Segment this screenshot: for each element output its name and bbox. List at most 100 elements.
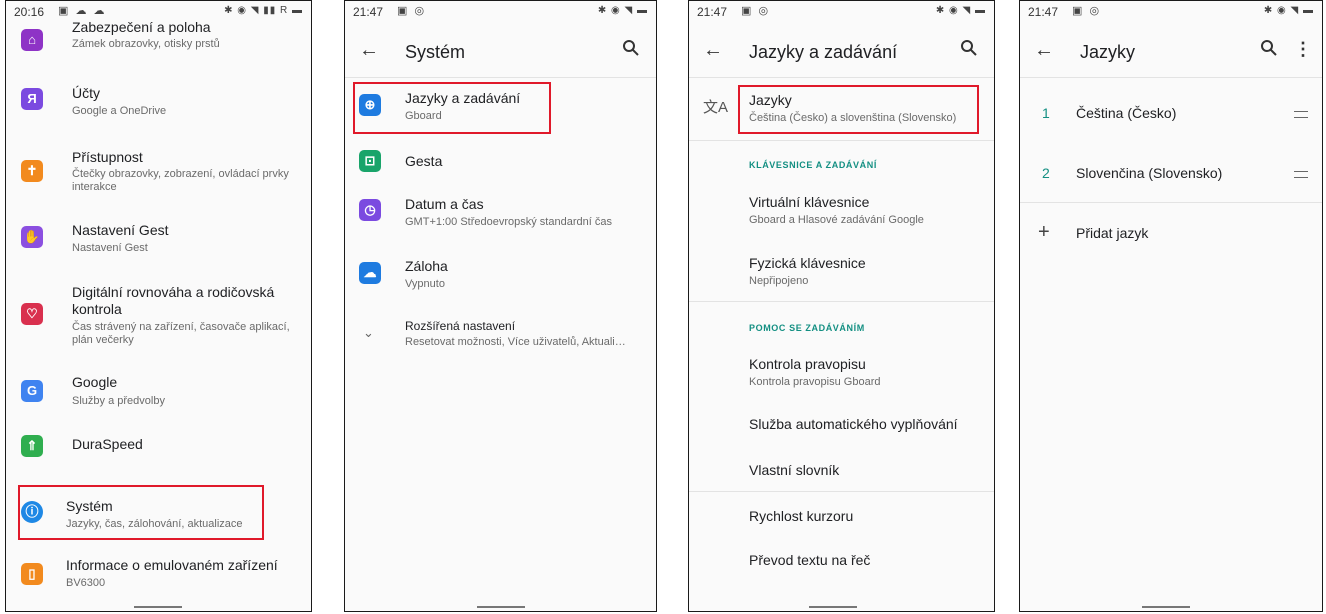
item-subtitle-cont: interakce — [72, 181, 117, 193]
page-title: Jazyky a zadávání — [749, 42, 898, 62]
languages-screen: 21:47 ▣ ◎ ✱ ◉ ◥ ▬ ← Jazyky ⋮ 1 Čeština (… — [1019, 0, 1323, 612]
item-title: Digitální rovnováha a rodičovská — [72, 284, 275, 300]
input-item-dictionary[interactable]: Vlastní slovník — [689, 462, 994, 486]
nav-gesture-bar[interactable] — [134, 606, 182, 608]
divider — [689, 491, 994, 492]
item-subtitle: Kontrola pravopisu Gboard — [749, 376, 881, 388]
settings-item-gestures[interactable]: ✋ Nastavení Gest Nastavení Gest — [6, 222, 311, 272]
search-icon[interactable] — [960, 39, 978, 57]
notification-icons: ▣ ◎ — [1072, 5, 1102, 17]
settings-item-system[interactable]: ⓘ Systém Jazyky, čas, zálohování, aktual… — [6, 498, 311, 534]
item-subtitle-cont: plán večerky — [72, 334, 134, 346]
add-language-button[interactable]: + Přidat jazyk — [1020, 221, 1322, 247]
item-subtitle: GMT+1:00 Středoevropský standardní čas — [405, 216, 612, 228]
language-item-slovak[interactable]: 2 Slovenčina (Slovensko) — [1020, 163, 1322, 187]
item-title: DuraSpeed — [72, 436, 143, 452]
item-title: Google — [72, 374, 118, 390]
item-title: Systém — [66, 498, 113, 514]
item-title: Rychlost kurzoru — [749, 508, 854, 524]
item-subtitle: Resetovat možnosti, Více uživatelů, Aktu… — [405, 336, 626, 348]
item-subtitle: Čeština (Česko) a slovenština (Slovensko… — [749, 112, 957, 124]
page-title: Jazyky — [1080, 42, 1136, 62]
settings-item-accounts[interactable]: Я Účty Google a OneDrive — [6, 79, 311, 129]
item-title: Jazyky a zadávání — [405, 90, 521, 106]
item-title: Převod textu na řeč — [749, 552, 871, 568]
settings-item-google[interactable]: G Google Služby a předvolby — [6, 374, 311, 414]
more-vert-icon[interactable]: ⋮ — [1294, 39, 1312, 60]
input-item-physical-keyboard[interactable]: Fyzická klávesnice Nepřipojeno — [689, 255, 994, 291]
info-icon: ⓘ — [21, 501, 43, 523]
nav-gesture-bar[interactable] — [809, 606, 857, 608]
item-title: Zabezpečení a poloha — [72, 19, 211, 35]
phone-icon: ▯ — [21, 563, 43, 585]
item-title: Záloha — [405, 258, 448, 274]
system-item-advanced[interactable]: ⌄ Rozšířená nastavení Resetovat možnosti… — [345, 319, 656, 355]
settings-item-security[interactable]: ⌂ Zabezpečení a poloha Zámek obrazovky, … — [6, 1, 311, 51]
language-item-czech[interactable]: 1 Čeština (Česko) — [1020, 103, 1322, 127]
item-title: Datum a čas — [405, 196, 484, 212]
chevron-down-icon: ⌄ — [363, 325, 374, 340]
input-item-languages[interactable]: 文A Jazyky Čeština (Česko) a slovenština … — [689, 92, 994, 128]
input-item-autofill[interactable]: Služba automatického vyplňování — [689, 416, 994, 440]
divider — [689, 77, 994, 78]
system-item-datetime[interactable]: ◷ Datum a čas GMT+1:00 Středoevropský st… — [345, 196, 656, 232]
system-status-icons: ✱ ◉ ◥ ▬ — [1263, 5, 1314, 16]
item-title: Jazyky — [749, 92, 792, 108]
divider — [1020, 202, 1322, 203]
language-name: Slovenčina (Slovensko) — [1076, 165, 1223, 181]
system-item-gestures[interactable]: ⊡ Gesta — [345, 150, 656, 174]
settings-item-duraspeed[interactable]: ⇑ DuraSpeed — [6, 435, 311, 465]
notification-icons: ▣ ◎ — [741, 5, 771, 17]
item-title: Nastavení Gest — [72, 222, 169, 238]
item-subtitle: Vypnuto — [405, 278, 445, 290]
globe-icon: ⊕ — [359, 94, 381, 116]
divider — [1020, 77, 1322, 78]
system-item-backup[interactable]: ☁ Záloha Vypnuto — [345, 258, 656, 294]
search-icon[interactable] — [1260, 39, 1278, 57]
language-order: 1 — [1042, 105, 1050, 121]
hand-icon: ✋ — [21, 226, 43, 248]
system-status-icons: ✱ ◉ ◥ ▬ — [935, 5, 986, 16]
back-arrow-icon[interactable]: ← — [703, 39, 723, 62]
input-item-virtual-keyboard[interactable]: Virtuální klávesnice Gboard a Hlasové za… — [689, 194, 994, 230]
plus-icon: + — [1038, 221, 1050, 243]
input-item-spellcheck[interactable]: Kontrola pravopisu Kontrola pravopisu Gb… — [689, 356, 994, 392]
item-title: Informace o emulovaném zařízení — [66, 557, 278, 573]
back-arrow-icon[interactable]: ← — [1034, 39, 1054, 62]
back-arrow-icon[interactable]: ← — [359, 39, 379, 62]
page-title: Systém — [405, 42, 466, 62]
item-subtitle: Čtečky obrazovky, zobrazení, ovládací pr… — [72, 168, 289, 180]
input-item-pointer-speed[interactable]: Rychlost kurzoru — [689, 508, 994, 532]
status-time: 21:47 — [697, 5, 728, 19]
gesture-icon: ⊡ — [359, 150, 381, 172]
drag-handle-icon[interactable] — [1294, 171, 1308, 178]
language-order: 2 — [1042, 165, 1050, 181]
input-item-tts[interactable]: Převod textu na řeč — [689, 552, 994, 576]
clock-icon: ◷ — [359, 199, 381, 221]
search-icon[interactable] — [622, 39, 640, 57]
drag-handle-icon[interactable] — [1294, 111, 1308, 118]
nav-gesture-bar[interactable] — [477, 606, 525, 608]
settings-item-device-info[interactable]: ▯ Informace o emulovaném zařízení BV6300 — [6, 557, 311, 593]
system-screen: 21:47 ▣ ◎ ✱ ◉ ◥ ▬ ← Systém ⊕ Jazyky a za… — [344, 0, 657, 612]
add-language-label: Přidat jazyk — [1076, 225, 1149, 241]
divider — [689, 140, 994, 141]
item-subtitle: Služby a předvolby — [72, 395, 165, 407]
item-subtitle: BV6300 — [66, 577, 106, 589]
status-time: 21:47 — [1028, 5, 1059, 19]
translate-icon: 文A — [703, 99, 729, 116]
settings-item-digital-wellbeing[interactable]: ♡ Digitální rovnováha a rodičovská kontr… — [6, 284, 311, 354]
system-status-icons: ✱ ◉ ◥ ▬ — [597, 5, 648, 16]
item-title: Vlastní slovník — [749, 462, 840, 478]
status-bar: 21:47 ▣ ◎ ✱ ◉ ◥ ▬ — [689, 1, 994, 21]
item-subtitle: Google a OneDrive — [72, 105, 167, 117]
section-header-keyboards: KLÁVESNICE A ZADÁVÁNÍ — [749, 160, 877, 170]
account-icon: Я — [21, 88, 43, 110]
item-title: Kontrola pravopisu — [749, 356, 866, 372]
language-name: Čeština (Česko) — [1076, 105, 1177, 121]
system-item-languages[interactable]: ⊕ Jazyky a zadávání Gboard — [345, 90, 656, 126]
nav-gesture-bar[interactable] — [1142, 606, 1190, 608]
settings-item-accessibility[interactable]: ✝ Přístupnost Čtečky obrazovky, zobrazen… — [6, 149, 311, 199]
status-time: 21:47 — [353, 5, 384, 19]
item-title: Gesta — [405, 153, 443, 169]
